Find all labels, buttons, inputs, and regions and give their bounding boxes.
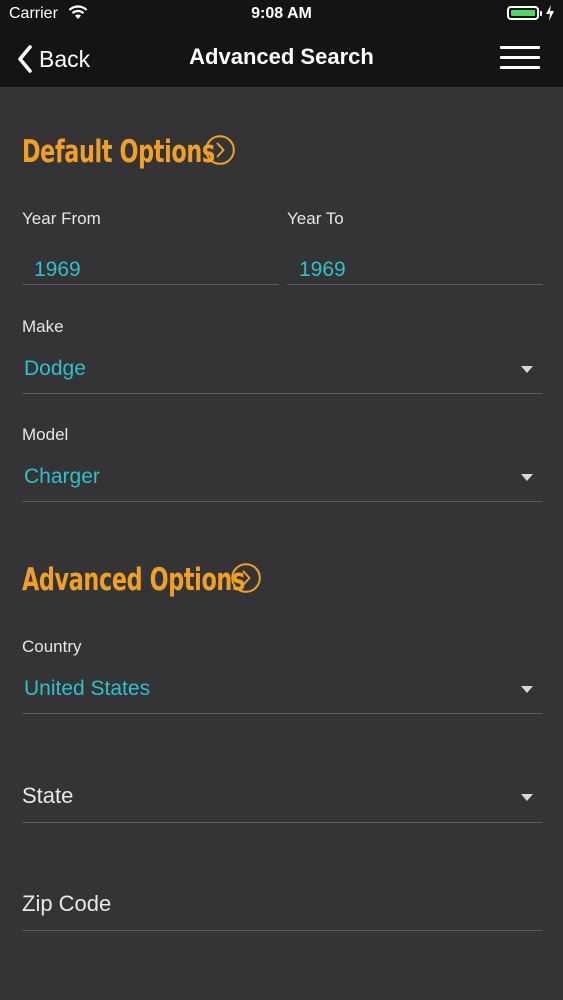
year-to-value: 1969	[299, 258, 346, 281]
expand-circle-icon[interactable]	[231, 563, 261, 593]
model-label: Model	[22, 425, 69, 444]
country-select[interactable]: United States	[22, 670, 542, 715]
dropdown-caret-icon	[521, 366, 533, 373]
dropdown-caret-icon	[521, 794, 533, 801]
zip-code-underline	[22, 930, 542, 931]
hamburger-menu-icon[interactable]	[498, 44, 542, 72]
country-underline	[22, 713, 542, 714]
make-label: Make	[22, 317, 64, 336]
page-title: Advanced Search	[189, 44, 374, 69]
model-underline	[22, 501, 542, 502]
year-to-input[interactable]: 1969	[287, 250, 542, 286]
model-value: Charger	[24, 465, 100, 488]
make-value: Dodge	[24, 357, 86, 380]
battery-tip	[540, 11, 542, 16]
default-options-title: Default Options	[22, 134, 215, 170]
dropdown-caret-icon	[521, 686, 533, 693]
make-underline	[22, 393, 542, 394]
state-underline	[22, 822, 542, 823]
state-placeholder: State	[22, 783, 74, 808]
year-from-underline	[22, 284, 278, 285]
country-label: Country	[22, 637, 82, 656]
model-select[interactable]: Charger	[22, 458, 542, 503]
year-to-underline	[287, 284, 542, 285]
make-select[interactable]: Dodge	[22, 350, 542, 395]
year-from-value: 1969	[34, 258, 81, 281]
advanced-options-header[interactable]: Advanced Options	[22, 562, 332, 598]
clock: 9:08 AM	[251, 5, 312, 22]
year-from-input[interactable]: 1969	[22, 250, 278, 286]
battery-icon	[507, 6, 539, 20]
zip-code-input[interactable]: Zip Code	[22, 885, 542, 932]
charging-bolt-icon	[546, 5, 554, 21]
advanced-options-title: Advanced Options	[22, 562, 245, 598]
default-options-header[interactable]: Default Options	[22, 134, 290, 170]
year-to-label: Year To	[287, 209, 344, 228]
year-from-label: Year From	[22, 209, 101, 228]
expand-circle-icon[interactable]	[205, 135, 235, 165]
country-value: United States	[24, 677, 151, 700]
state-select[interactable]: State	[22, 776, 542, 824]
top-bar: Carrier 9:08 AM Back Advanced Search	[0, 0, 563, 87]
dropdown-caret-icon	[521, 474, 533, 481]
status-bar: Carrier 9:08 AM	[0, 0, 563, 30]
zip-code-placeholder: Zip Code	[22, 891, 112, 916]
